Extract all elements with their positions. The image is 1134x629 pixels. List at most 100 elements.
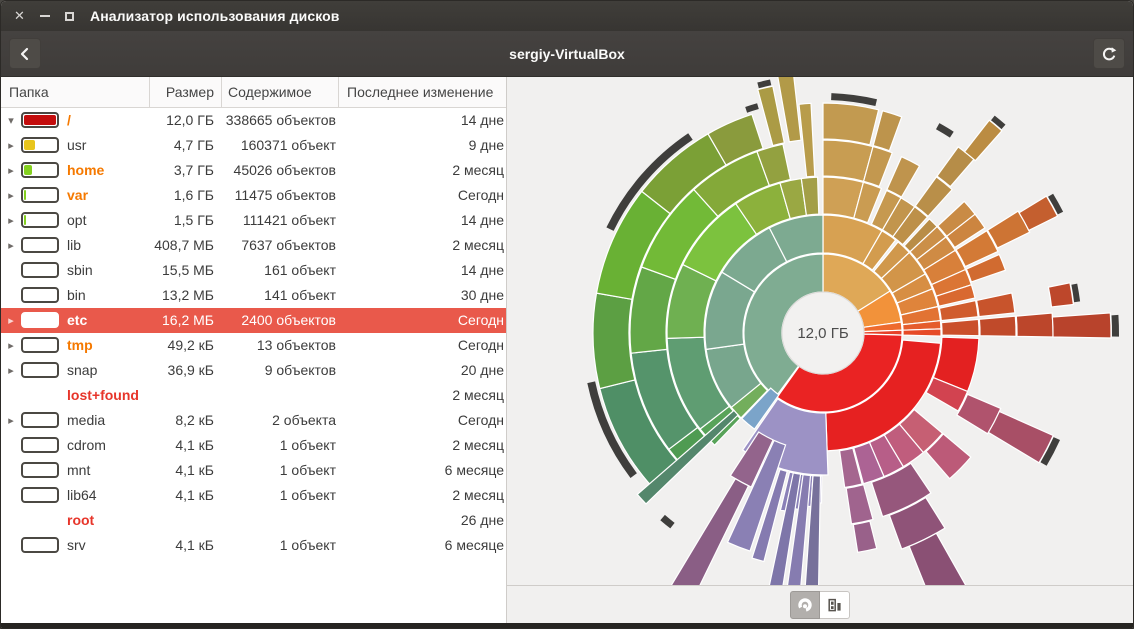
close-icon[interactable]: ✕	[12, 9, 27, 24]
usage-swatch	[21, 312, 59, 328]
column-header-folder[interactable]: Папка	[9, 77, 49, 108]
chart-segment[interactable]	[846, 485, 873, 524]
table-row[interactable]: ▸snap36,9 кБ9 объектов20 дне	[1, 358, 506, 383]
usage-swatch	[21, 237, 59, 253]
table-row[interactable]: sbin15,5 МБ161 объект14 дне	[1, 258, 506, 283]
table-row[interactable]: ▾/12,0 ГБ338665 объектов14 дне	[1, 108, 506, 133]
expand-arrow-icon[interactable]: ▸	[4, 308, 18, 333]
table-row[interactable]: lost+found2 месяц	[1, 383, 506, 408]
chart-segment[interactable]	[942, 319, 980, 335]
usage-fill	[24, 115, 56, 125]
column-header-modified[interactable]: Последнее изменение	[347, 77, 493, 108]
table-row[interactable]: ▸var1,6 ГБ11475 объектовСегодн	[1, 183, 506, 208]
table-row[interactable]: srv4,1 кБ1 объект6 месяце	[1, 533, 506, 558]
folder-modified: 2 месяц	[338, 383, 505, 408]
chart-segment[interactable]	[887, 157, 920, 197]
expand-arrow-icon	[4, 283, 18, 308]
depth-indicator-arc[interactable]	[745, 103, 759, 112]
folder-name: opt	[67, 208, 86, 233]
chart-segment[interactable]	[823, 103, 879, 145]
folder-modified: 2 месяц	[338, 433, 505, 458]
treemap-view-icon	[827, 597, 843, 613]
column-header-contents[interactable]: Содержимое	[228, 77, 312, 108]
chart-segment[interactable]	[1048, 283, 1073, 307]
table-body: ▾/12,0 ГБ338665 объектов14 дне▸usr4,7 ГБ…	[1, 108, 506, 558]
expand-arrow-icon	[4, 458, 18, 483]
folder-size: 16,2 МБ	[129, 308, 214, 333]
minimize-icon[interactable]	[37, 9, 52, 24]
table-row[interactable]: ▸opt1,5 ГБ111421 объект14 дне	[1, 208, 506, 233]
folder-size: 49,2 кБ	[129, 333, 214, 358]
table-row[interactable]: root26 дне	[1, 508, 506, 533]
table-row[interactable]: bin13,2 МБ141 объект30 дне	[1, 283, 506, 308]
back-icon	[19, 47, 31, 61]
folder-size: 4,7 ГБ	[129, 133, 214, 158]
folder-contents: 2 объекта	[223, 408, 336, 433]
maximize-icon[interactable]	[62, 9, 77, 24]
expand-arrow-icon[interactable]: ▸	[4, 183, 18, 208]
depth-indicator-arc[interactable]	[936, 123, 954, 138]
rings-chart[interactable]: 12,0 ГБ	[507, 77, 1134, 587]
expand-arrow-icon[interactable]: ▸	[4, 408, 18, 433]
chart-segment[interactable]	[758, 86, 785, 146]
usage-swatch	[21, 462, 59, 478]
table-row[interactable]: ▸etc16,2 МБ2400 объектовСегодн	[1, 308, 506, 333]
expand-arrow-icon[interactable]: ▸	[4, 358, 18, 383]
window-controls: ✕	[1, 9, 77, 24]
folder-size: 8,2 кБ	[129, 408, 214, 433]
rings-view-button[interactable]	[790, 591, 820, 619]
folder-contents: 338665 объектов	[223, 108, 336, 133]
folder-modified: 2 месяц	[338, 158, 505, 183]
chart-segment[interactable]	[1016, 313, 1053, 337]
folder-contents: 1 объект	[223, 533, 336, 558]
expand-arrow-icon[interactable]: ▸	[4, 333, 18, 358]
usage-swatch	[21, 437, 59, 453]
folder-contents	[223, 508, 336, 533]
expand-arrow-icon[interactable]: ▸	[4, 233, 18, 258]
refresh-button[interactable]	[1093, 38, 1125, 69]
folder-table-pane: Папка Размер Содержимое Последнее измене…	[1, 77, 506, 623]
table-row[interactable]: ▸tmp49,2 кБ13 объектовСегодн	[1, 333, 506, 358]
depth-indicator-arc[interactable]	[1112, 315, 1120, 337]
expand-arrow-icon	[4, 383, 18, 408]
folder-contents	[223, 383, 336, 408]
treemap-view-button[interactable]	[820, 591, 850, 619]
folder-modified: Сегодн	[338, 408, 505, 433]
table-row[interactable]: ▸media8,2 кБ2 объектаСегодн	[1, 408, 506, 433]
chart-segment[interactable]	[965, 120, 1002, 161]
folder-contents: 1 объект	[223, 458, 336, 483]
rings-view-icon	[797, 597, 813, 613]
folder-size: 408,7 МБ	[129, 233, 214, 258]
folder-modified: 14 дне	[338, 258, 505, 283]
chart-segment[interactable]	[593, 293, 635, 389]
chart-segment[interactable]	[903, 329, 941, 336]
usage-fill	[24, 190, 26, 200]
collapse-arrow-icon[interactable]: ▾	[4, 108, 18, 133]
chart-toolbar	[507, 585, 1133, 623]
chart-segment[interactable]	[977, 293, 1015, 317]
table-row[interactable]: cdrom4,1 кБ1 объект2 месяц	[1, 433, 506, 458]
folder-name: cdrom	[67, 433, 106, 458]
expand-arrow-icon[interactable]: ▸	[4, 158, 18, 183]
table-row[interactable]: mnt4,1 кБ1 объект6 месяце	[1, 458, 506, 483]
usage-swatch	[21, 112, 59, 128]
table-row[interactable]: ▸usr4,7 ГБ160371 объект9 дне	[1, 133, 506, 158]
table-row[interactable]: ▸home3,7 ГБ45026 объектов2 месяц	[1, 158, 506, 183]
chart-segment[interactable]	[1052, 313, 1111, 338]
folder-size: 13,2 МБ	[129, 283, 214, 308]
usage-swatch	[21, 137, 59, 153]
titlebar: ✕ Анализатор использования дисков	[1, 1, 1133, 31]
table-row[interactable]: ▸lib408,7 МБ7637 объектов2 месяц	[1, 233, 506, 258]
depth-indicator-arc[interactable]	[660, 515, 674, 529]
location-title: sergiy-VirtualBox	[1, 31, 1133, 76]
column-header-size[interactable]: Размер	[129, 77, 214, 108]
back-button[interactable]	[9, 38, 41, 69]
folder-modified: Сегодн	[338, 183, 505, 208]
table-row[interactable]: lib644,1 кБ1 объект2 месяц	[1, 483, 506, 508]
expand-arrow-icon[interactable]: ▸	[4, 208, 18, 233]
chart-segment[interactable]	[853, 521, 876, 552]
expand-arrow-icon[interactable]: ▸	[4, 133, 18, 158]
chart-segment[interactable]	[979, 316, 1016, 336]
usage-swatch	[21, 212, 59, 228]
chart-segment[interactable]	[988, 412, 1053, 463]
